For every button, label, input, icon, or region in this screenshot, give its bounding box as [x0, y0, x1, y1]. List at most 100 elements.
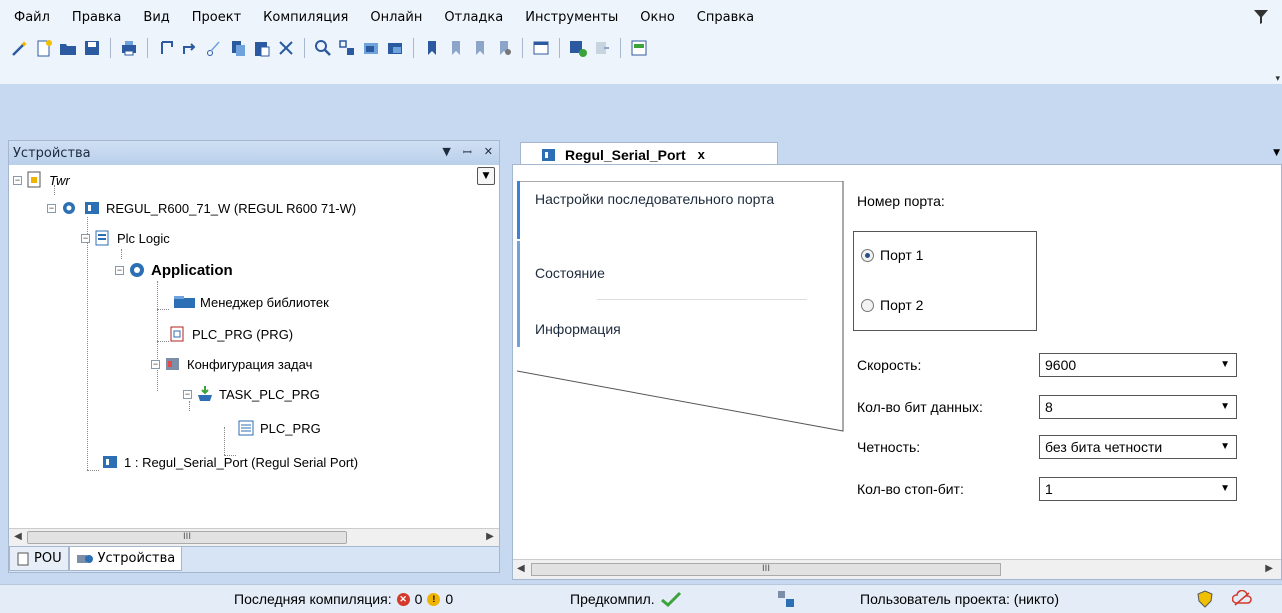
tree-node-task-prg[interactable]: PLC_PRG — [237, 417, 321, 439]
vtab-serial-settings[interactable]: Настройки последовательного порта — [517, 191, 797, 208]
toolbar-separator — [304, 38, 305, 58]
tree-node-serial-port[interactable]: 1 : Regul_Serial_Port (Regul Serial Port… — [101, 451, 358, 473]
redo-icon[interactable] — [180, 38, 200, 58]
warning-icon: ! — [427, 592, 441, 606]
parity-select[interactable]: без бита четности ▼ — [1039, 435, 1237, 459]
new-file-icon[interactable] — [34, 38, 54, 58]
vtabs-outline — [517, 181, 844, 432]
tab-pou[interactable]: POU — [9, 547, 69, 571]
stop-bits-select[interactable]: 1 ▼ — [1039, 477, 1237, 501]
tab-devices[interactable]: Устройства — [68, 547, 183, 571]
device-tree: ▼ − Twr − REGUL_R600_71_W (REGUL R600 71… — [9, 165, 499, 537]
collapse-icon[interactable]: − — [47, 203, 56, 213]
bookmark-next-icon[interactable] — [446, 38, 466, 58]
cloud-offline-icon[interactable] — [1232, 590, 1252, 608]
find-icon[interactable] — [313, 38, 333, 58]
bookmark-clear-icon[interactable] — [494, 38, 514, 58]
bookmark-prev-icon[interactable] — [470, 38, 490, 58]
tree-node-library-manager[interactable]: Менеджер библиотек — [169, 291, 329, 313]
tree-dropdown-button[interactable]: ▼ — [477, 167, 495, 185]
scroll-right-icon[interactable]: ▶ — [1265, 563, 1273, 574]
select-value: 1 — [1045, 481, 1053, 497]
menu-online[interactable]: Онлайн — [362, 8, 436, 30]
menu-build[interactable]: Компиляция — [255, 8, 362, 30]
precompile-status[interactable]: Предкомпил. — [570, 591, 682, 607]
close-icon[interactable]: x — [698, 147, 705, 162]
tree-node-task[interactable]: − TASK_PLC_PRG — [183, 383, 320, 405]
undo-icon[interactable] — [156, 38, 176, 58]
save-icon[interactable] — [82, 38, 102, 58]
scroll-thumb[interactable]: III — [531, 563, 1001, 576]
cut-icon[interactable] — [204, 38, 224, 58]
scroll-left-icon[interactable]: ◀ — [11, 531, 25, 542]
collapse-icon[interactable]: − — [115, 265, 124, 275]
vtab-info[interactable]: Информация — [517, 321, 807, 337]
panel-menu-icon[interactable]: ▼ — [442, 145, 450, 160]
editor-hscrollbar[interactable]: ◀ III ▶ — [513, 559, 1281, 579]
toolbar-separator — [559, 38, 560, 58]
last-compile-status[interactable]: Последняя компиляция: ✕ 0 ! 0 — [234, 591, 453, 607]
collapse-icon[interactable]: − — [151, 359, 160, 369]
import-icon[interactable] — [592, 38, 612, 58]
window-icon[interactable] — [531, 38, 551, 58]
menu-window[interactable]: Окно — [632, 8, 689, 30]
close-icon[interactable]: ✕ — [484, 145, 493, 160]
wand-icon[interactable] — [10, 38, 30, 58]
tree-node-device[interactable]: − REGUL_R600_71_W (REGUL R600 71-W) — [47, 197, 356, 219]
vtab-label: Настройки последовательного порта — [535, 191, 775, 207]
filter-icon[interactable] — [1252, 8, 1270, 26]
menu-debug[interactable]: Отладка — [436, 8, 517, 30]
device-config-icon[interactable] — [629, 38, 649, 58]
chevron-down-icon: ▼ — [1220, 483, 1230, 494]
scroll-left-icon[interactable]: ◀ — [517, 563, 525, 574]
tree-node-application[interactable]: − Application — [115, 259, 233, 281]
copy-icon[interactable] — [228, 38, 248, 58]
tab-regul-serial-port[interactable]: Regul_Serial_Port x — [520, 142, 778, 166]
paste-icon[interactable] — [252, 38, 272, 58]
scroll-thumb[interactable]: III — [27, 531, 347, 544]
print-icon[interactable] — [119, 38, 139, 58]
port2-radio[interactable]: Порт 2 — [861, 297, 923, 313]
editor-panel: Настройки последовательного порта Состоя… — [512, 164, 1282, 580]
menu-view[interactable]: Вид — [135, 8, 183, 30]
vtab-label: Состояние — [535, 265, 605, 281]
find-prev-icon[interactable] — [385, 38, 405, 58]
tab-label: Regul_Serial_Port — [565, 146, 686, 163]
vertical-tabs: Настройки последовательного порта Состоя… — [517, 181, 844, 441]
tree-node-root[interactable]: − Twr — [13, 169, 70, 191]
shield-icon[interactable] — [1196, 590, 1214, 608]
menu-help[interactable]: Справка — [689, 8, 768, 30]
toolbar-separator — [413, 38, 414, 58]
data-bits-select[interactable]: 8 ▼ — [1039, 395, 1237, 419]
application-gear-icon — [130, 263, 144, 277]
tab-list-dropdown-icon[interactable]: ▼ — [1273, 148, 1280, 158]
add-device-icon[interactable] — [568, 38, 588, 58]
network-icon[interactable] — [776, 589, 796, 609]
delete-icon[interactable] — [276, 38, 296, 58]
select-value: без бита четности — [1045, 439, 1163, 455]
find-next-icon[interactable] — [361, 38, 381, 58]
port1-radio[interactable]: Порт 1 — [861, 247, 923, 263]
collapse-icon[interactable]: − — [183, 389, 192, 399]
menu-bar: Файл Правка Вид Проект Компиляция Онлайн… — [0, 0, 1282, 84]
pin-icon[interactable]: ꟷ — [463, 145, 472, 160]
menu-tools[interactable]: Инструменты — [517, 8, 632, 30]
tree-node-plc-logic[interactable]: − Plc Logic — [81, 227, 170, 249]
menu-edit[interactable]: Правка — [64, 8, 135, 30]
speed-select[interactable]: 9600 ▼ — [1039, 353, 1237, 377]
toolbar-overflow-icon[interactable]: ▾ — [1275, 74, 1280, 84]
bookmark-icon[interactable] — [422, 38, 442, 58]
tree-node-plc-prg[interactable]: PLC_PRG (PRG) — [169, 323, 293, 345]
menu-file[interactable]: Файл — [6, 8, 64, 30]
collapse-icon[interactable]: − — [13, 175, 22, 185]
vtab-status[interactable]: Состояние — [517, 265, 807, 281]
tree-node-task-config[interactable]: − Конфигурация задач — [151, 353, 312, 375]
open-folder-icon[interactable] — [58, 38, 78, 58]
collapse-icon[interactable]: − — [81, 233, 90, 243]
scroll-right-icon[interactable]: ▶ — [483, 531, 497, 542]
replace-icon[interactable] — [337, 38, 357, 58]
menu-project[interactable]: Проект — [184, 8, 255, 30]
chevron-down-icon: ▼ — [1220, 401, 1230, 412]
tree-hscrollbar[interactable]: ◀ III ▶ — [9, 528, 499, 546]
project-user-status[interactable]: Пользователь проекта: (никто) — [860, 591, 1059, 607]
